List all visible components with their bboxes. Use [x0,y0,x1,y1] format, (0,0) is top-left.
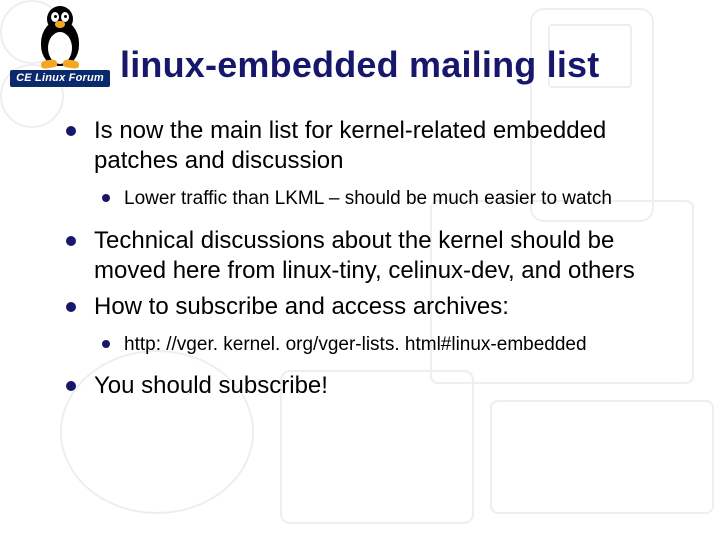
list-item: Is now the main list for kernel-related … [60,116,680,212]
sub-list-item: http: //vger. kernel. org/vger-lists. ht… [94,332,680,358]
sub-bullet-text: http: //vger. kernel. org/vger-lists. ht… [124,334,587,355]
list-item: You should subscribe! [60,371,680,401]
bullet-text: Is now the main list for kernel-related … [94,117,606,174]
bullet-text: Technical discussions about the kernel s… [94,227,635,284]
sub-list: http: //vger. kernel. org/vger-lists. ht… [94,332,680,358]
list-item: How to subscribe and access archives: ht… [60,292,680,358]
list-item: Technical discussions about the kernel s… [60,226,680,286]
tux-penguin-icon [31,6,89,68]
ce-linux-forum-logo: CE Linux Forum [10,6,110,94]
bullet-text: You should subscribe! [94,372,328,399]
sub-list-item: Lower traffic than LKML – should be much… [94,186,680,212]
sub-bullet-text: Lower traffic than LKML – should be much… [124,188,612,209]
logo-banner-text: CE Linux Forum [10,70,110,87]
bullet-list: Is now the main list for kernel-related … [60,116,680,401]
slide-title: linux-embedded mailing list [120,44,680,86]
bullet-text: How to subscribe and access archives: [94,293,509,320]
sub-list: Lower traffic than LKML – should be much… [94,186,680,212]
